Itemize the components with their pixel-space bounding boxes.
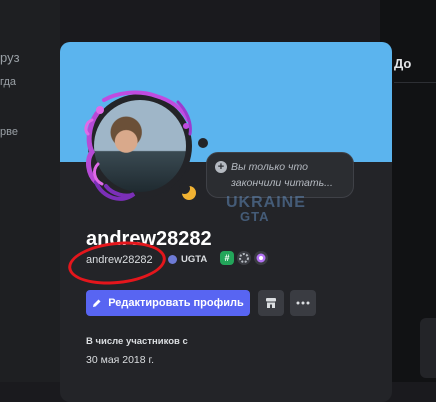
profile-popout: + Вы только что закончили читать... UKRA… [60,42,392,402]
background-text-fragment: рве [0,126,18,138]
pencil-icon [93,299,101,307]
guild-tag-label: UGTA [181,254,208,265]
status-bubble-dot [198,138,208,148]
divider [394,82,436,83]
more-icon [296,301,310,305]
background-text-fragment: руз [0,50,20,65]
watermark-line2: GTA [240,209,270,224]
plus-icon: + [215,161,227,173]
background-card [420,318,436,378]
more-options-button[interactable] [290,290,316,316]
hashtag-badge-icon[interactable]: # [220,251,234,265]
annotation-circle [66,236,168,290]
background-tab[interactable]: До [394,56,411,71]
custom-status-bubble[interactable]: + Вы только что закончили читать... [206,152,354,198]
edit-profile-label: Редактировать профиль [108,297,244,309]
member-since-date: 30 мая 2018 г. [86,354,154,366]
avatar-photo [94,100,186,192]
member-since-label: В числе участников с [86,336,188,347]
avatar[interactable] [82,90,200,208]
guild-tag[interactable]: UGTA [168,254,207,265]
quest-badge-icon[interactable] [237,251,251,265]
shop-icon [266,298,276,308]
custom-status-text: Вы только что закончили читать... [231,161,333,189]
shop-button[interactable] [258,290,284,316]
nitro-badge-icon[interactable] [254,251,268,265]
edit-profile-button[interactable]: Редактировать профиль [86,290,250,316]
background-left-panel: руз гда рве [0,0,60,382]
badge-list: # [220,251,268,265]
idle-status-icon [178,182,200,204]
watermark-logo: UKRAINE GTA [226,194,306,224]
guild-tag-icon [168,255,177,264]
background-text-fragment: гда [0,76,17,88]
